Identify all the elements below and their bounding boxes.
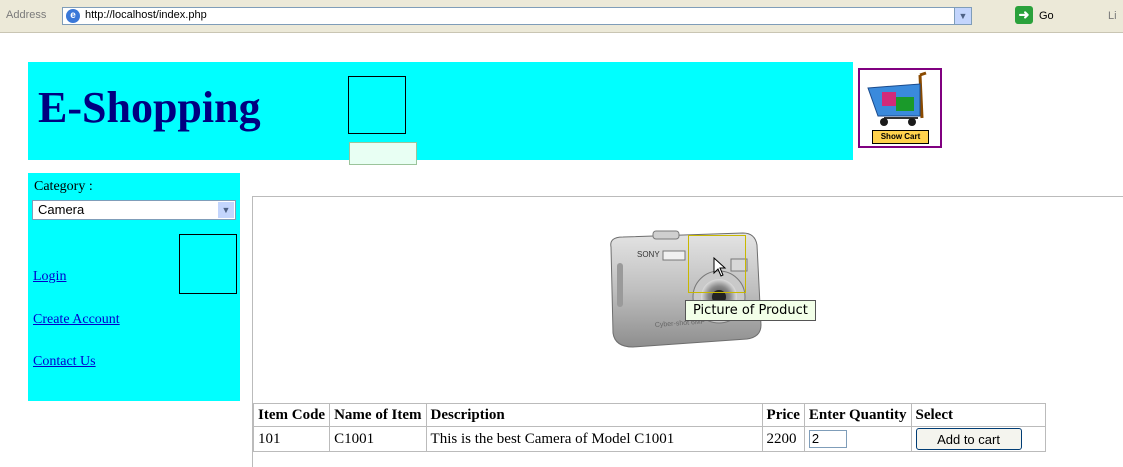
product-area: SONY Cyber-shot 6MP Picture of Product I… — [252, 196, 1123, 467]
mouse-pointer-icon — [713, 257, 727, 277]
header-description: Description — [425, 403, 763, 427]
table-row: 101 C1001 This is the best Camera of Mod… — [252, 426, 1046, 452]
go-arrow-icon: ➜ — [1015, 6, 1033, 24]
header-name-of-item: Name of Item — [329, 403, 427, 427]
table-header-row: Item Code Name of Item Description Price… — [252, 403, 1046, 427]
item-description-cell: This is the best Camera of Model C1001 — [425, 426, 763, 452]
shopping-cart-icon — [867, 71, 927, 126]
header-enter-quantity: Enter Quantity — [803, 403, 912, 427]
go-button[interactable]: ➜ Go — [1015, 6, 1069, 26]
contact-us-link[interactable]: Contact Us — [33, 354, 96, 370]
address-bar: Address e http://localhost/index.php ▼ ➜… — [0, 0, 1123, 33]
banner-input-field[interactable] — [349, 142, 417, 165]
create-account-link[interactable]: Create Account — [33, 312, 120, 328]
category-label: Category : — [34, 179, 93, 194]
banner-image-placeholder — [348, 76, 406, 134]
show-cart-label: Show Cart — [872, 130, 929, 144]
item-price-cell: 2200 — [761, 426, 805, 452]
sidebar: Category : Camera ▼ Login Create Account… — [28, 173, 240, 401]
select-cell: Add to cart — [910, 426, 1046, 452]
item-code-cell: 101 — [252, 426, 331, 452]
address-label: Address — [6, 9, 47, 21]
go-label: Go — [1039, 10, 1054, 22]
category-selected-value: Camera — [38, 202, 85, 217]
category-select[interactable]: Camera ▼ — [32, 200, 236, 220]
camera-product-image[interactable]: SONY Cyber-shot 6MP — [593, 225, 773, 355]
sidebar-image-placeholder — [179, 234, 237, 294]
site-title: E-Shopping — [38, 83, 261, 132]
header-banner: E-Shopping — [28, 62, 853, 165]
items-table: Item Code Name of Item Description Price… — [252, 403, 1046, 452]
product-image-tooltip: Picture of Product — [685, 300, 816, 321]
chevron-down-icon[interactable]: ▼ — [954, 8, 971, 24]
svg-text:SONY: SONY — [637, 250, 660, 259]
show-cart-button[interactable]: Show Cart — [858, 68, 942, 148]
quantity-cell — [803, 426, 912, 452]
address-field[interactable]: e http://localhost/index.php ▼ — [62, 7, 972, 25]
login-link[interactable]: Login — [33, 269, 66, 285]
address-url[interactable]: http://localhost/index.php — [85, 9, 207, 21]
quantity-input[interactable] — [808, 429, 847, 448]
header-item-code: Item Code — [252, 403, 331, 427]
links-label[interactable]: Li — [1108, 10, 1117, 22]
header-select: Select — [910, 403, 1046, 427]
chevron-down-icon[interactable]: ▼ — [218, 202, 234, 218]
item-name-cell: C1001 — [329, 426, 427, 452]
ie-page-icon: e — [66, 9, 80, 23]
header-price: Price — [761, 403, 805, 427]
add-to-cart-button[interactable]: Add to cart — [915, 428, 1022, 450]
